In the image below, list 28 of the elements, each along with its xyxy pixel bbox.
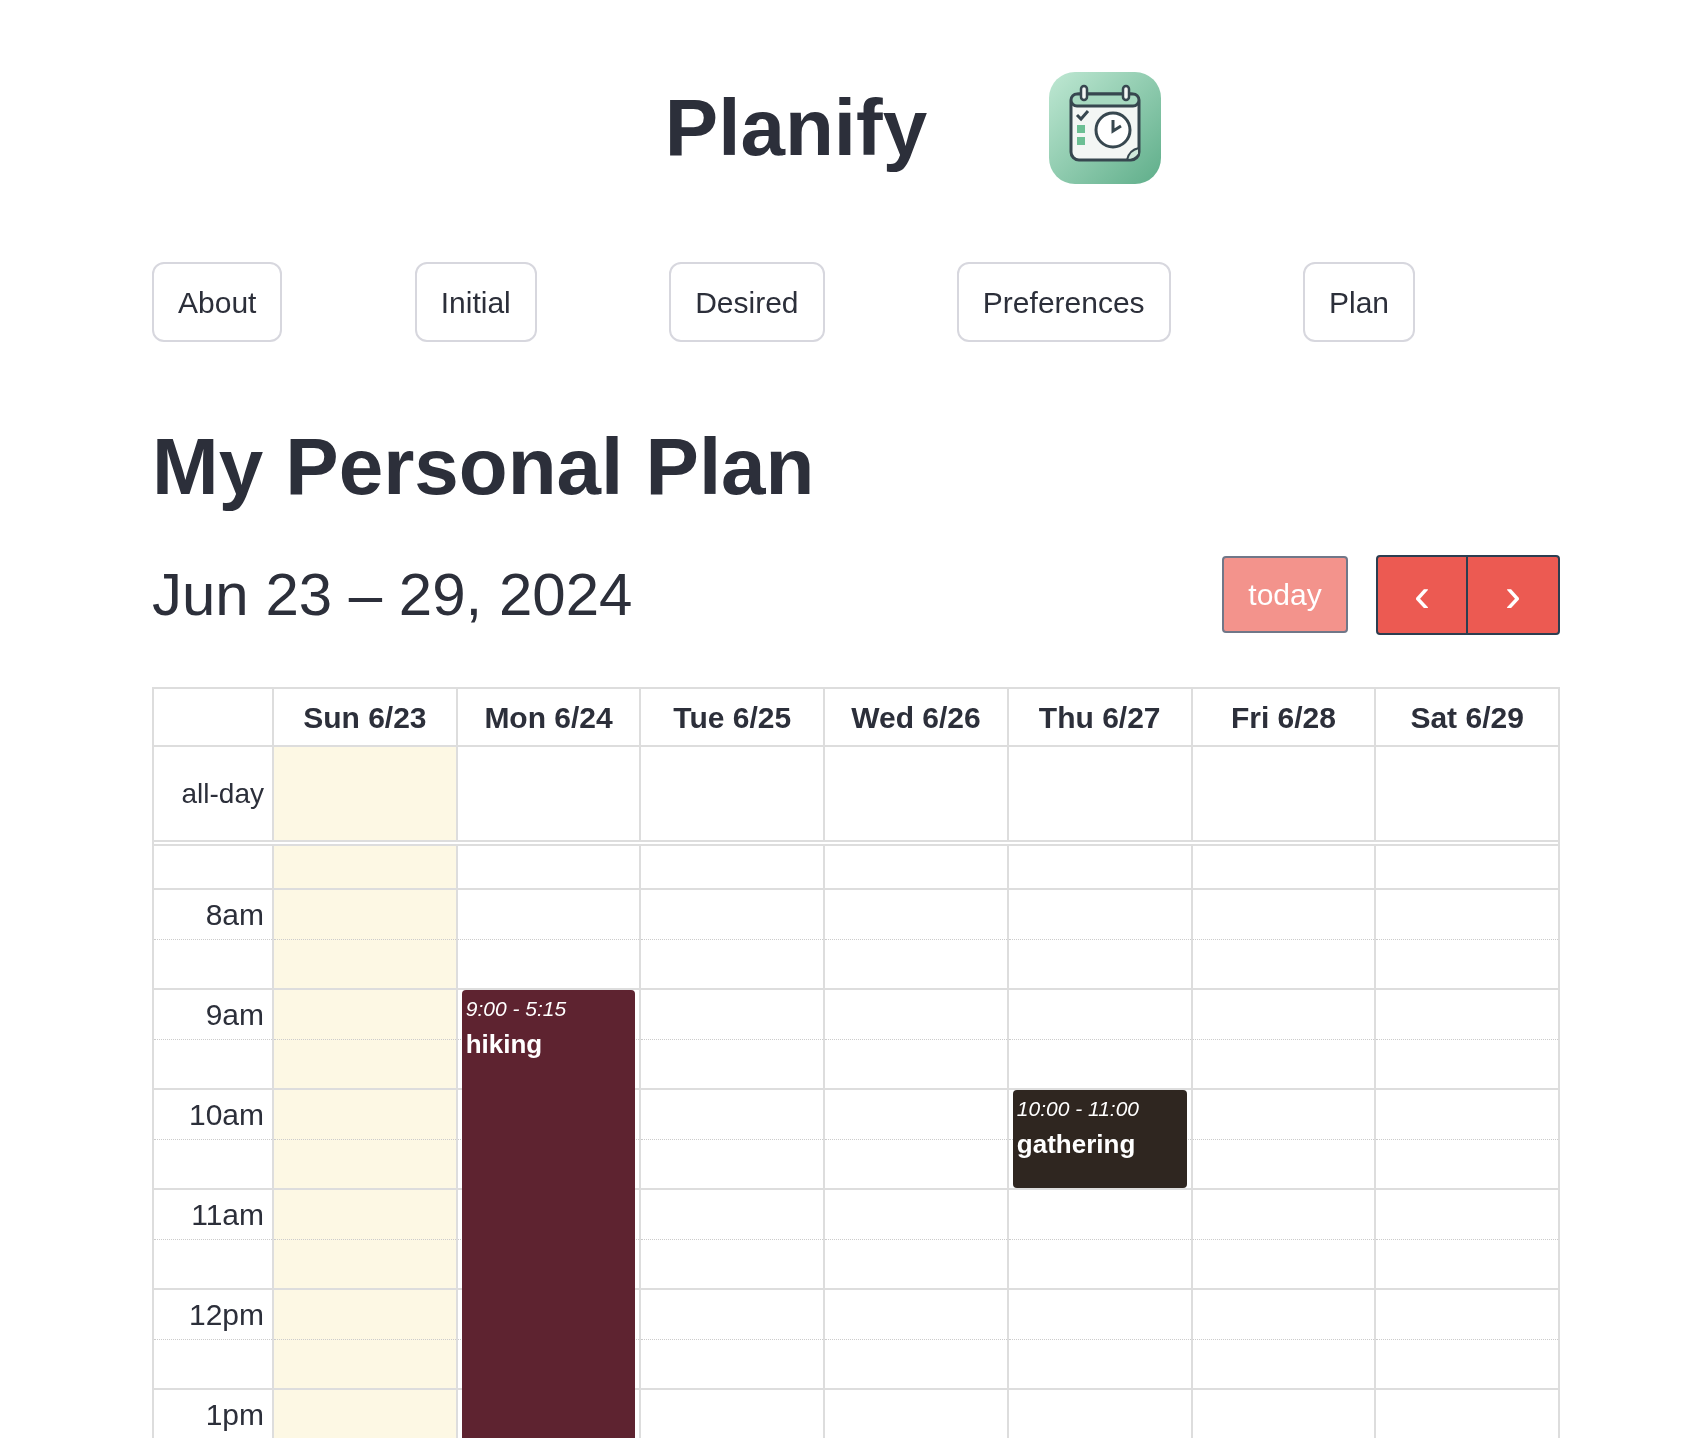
nav-button[interactable]: Preferences bbox=[956, 262, 1171, 342]
hour-label: 10am bbox=[188, 1097, 264, 1133]
hour-label: 11am bbox=[191, 1197, 264, 1233]
event-time: 9:00 - 5:15 bbox=[465, 996, 568, 1022]
day-header: Sat 6/29 bbox=[1374, 689, 1558, 745]
date-range: Jun 23 – 29, 2024 bbox=[152, 564, 633, 625]
event-title: hiking bbox=[465, 1028, 544, 1061]
day-header: Tue 6/25 bbox=[639, 689, 824, 745]
event-time: 10:00 - 11:00 bbox=[1016, 1096, 1141, 1122]
event-title: gathering bbox=[1016, 1128, 1137, 1161]
hour-label: 12pm bbox=[188, 1297, 264, 1333]
hour-label: 9am bbox=[205, 997, 264, 1033]
day-header: Fri 6/28 bbox=[1190, 689, 1375, 745]
day-header: Thu 6/27 bbox=[1006, 689, 1191, 745]
nav-button[interactable]: About bbox=[152, 262, 283, 342]
nav-button[interactable]: Initial bbox=[414, 262, 537, 342]
event-block[interactable]: 10:00 - 11:00 gathering bbox=[1012, 1090, 1187, 1188]
nav-button[interactable]: Plan bbox=[1302, 262, 1415, 342]
all-day-label: all-day bbox=[181, 776, 264, 811]
hour-label: 1pm bbox=[205, 1397, 264, 1433]
day-header: Wed 6/26 bbox=[823, 689, 1007, 745]
day-header: Sun 6/23 bbox=[272, 689, 456, 745]
day-header: Mon 6/24 bbox=[455, 689, 640, 745]
page-heading: My Personal Plan bbox=[152, 422, 816, 512]
event-block[interactable]: 9:00 - 5:15 hiking bbox=[461, 990, 636, 1438]
logo-icon bbox=[1047, 70, 1164, 186]
nav-button[interactable]: Desired bbox=[669, 262, 825, 342]
hour-label: 8am bbox=[205, 897, 264, 933]
